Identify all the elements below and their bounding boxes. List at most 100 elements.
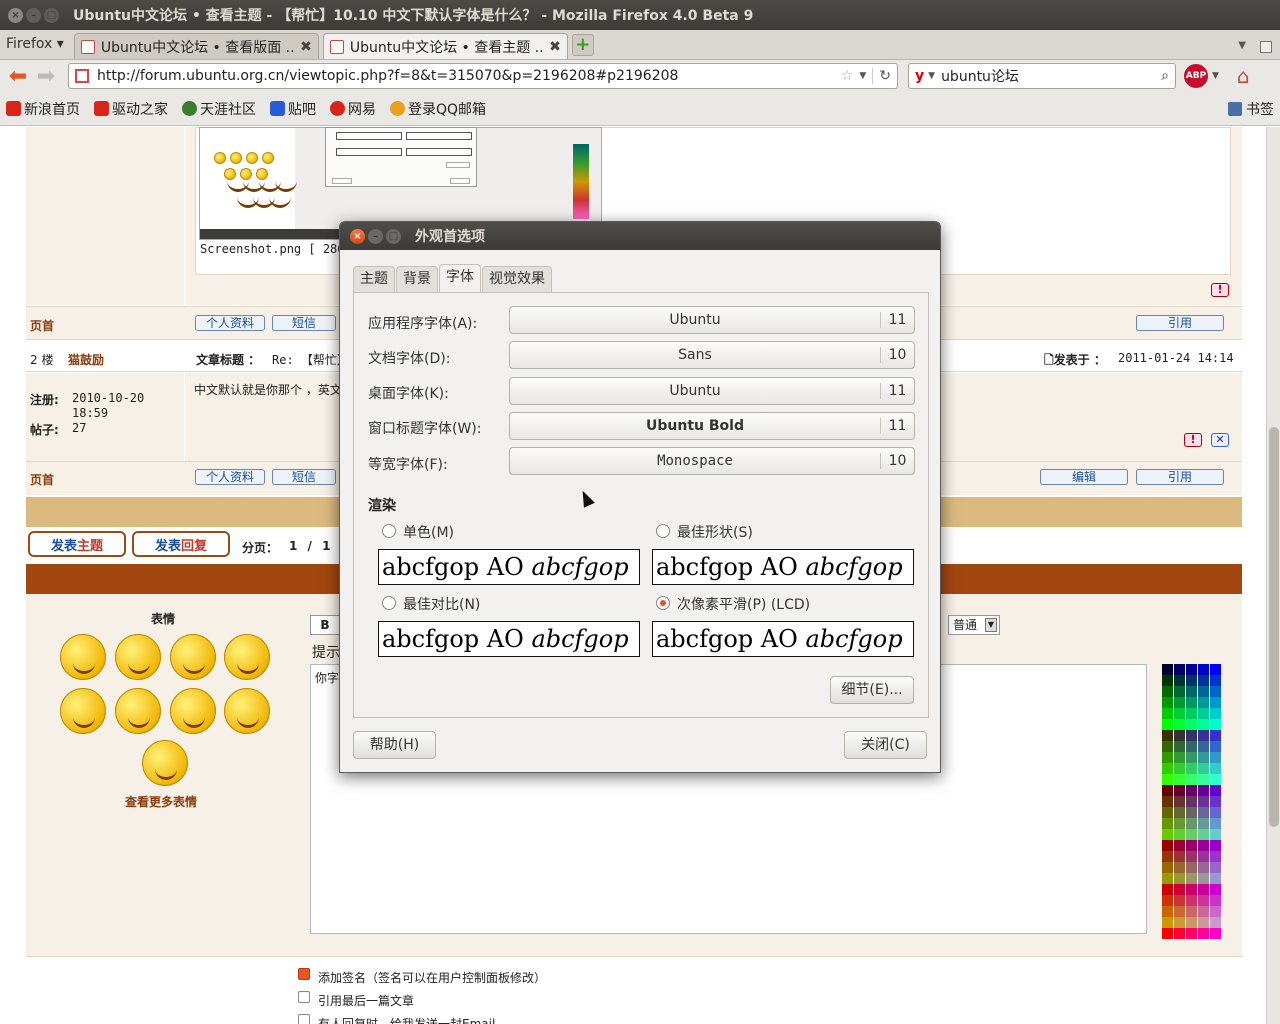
search-engine-icon[interactable]: y <box>915 68 924 84</box>
palette-color-swatch[interactable] <box>1186 719 1197 730</box>
application-font-button[interactable]: Ubuntu 11 <box>509 306 915 334</box>
new-tab-button[interactable]: + <box>571 34 594 56</box>
tab-fonts[interactable]: 字体 <box>439 264 481 292</box>
palette-color-swatch[interactable] <box>1210 840 1221 851</box>
palette-color-swatch[interactable] <box>1186 664 1197 675</box>
palette-color-swatch[interactable] <box>1174 906 1185 917</box>
palette-color-swatch[interactable] <box>1210 752 1221 763</box>
list-all-tabs-icon[interactable]: ▼ <box>1238 40 1246 51</box>
palette-color-swatch[interactable] <box>1186 730 1197 741</box>
forward-arrow-icon[interactable]: ➡ <box>32 64 60 89</box>
radio-best-shapes[interactable] <box>656 524 670 538</box>
scrollbar-thumb[interactable] <box>1269 427 1279 827</box>
palette-color-swatch[interactable] <box>1162 851 1173 862</box>
palette-color-swatch[interactable] <box>1162 708 1173 719</box>
delete-icon[interactable]: ✕ <box>1211 433 1229 447</box>
palette-color-swatch[interactable] <box>1198 840 1209 851</box>
palette-color-swatch[interactable] <box>1198 697 1209 708</box>
palette-color-swatch[interactable] <box>1162 763 1173 774</box>
palette-color-swatch[interactable] <box>1174 851 1185 862</box>
palette-color-swatch[interactable] <box>1162 675 1173 686</box>
more-emoticons-link[interactable]: 查看更多表情 <box>125 793 197 810</box>
dialog-maximize-icon[interactable]: □ <box>386 228 401 244</box>
palette-color-swatch[interactable] <box>1174 763 1185 774</box>
bookmark-item[interactable]: 网易 <box>330 99 376 119</box>
smiley-tongue-icon[interactable] <box>115 634 161 680</box>
palette-color-swatch[interactable] <box>1174 928 1185 939</box>
palette-color-swatch[interactable] <box>1162 840 1173 851</box>
palette-color-swatch[interactable] <box>1162 928 1173 939</box>
palette-color-swatch[interactable] <box>1186 862 1197 873</box>
url-bar[interactable]: http://forum.ubuntu.org.cn/viewtopic.php… <box>68 63 898 89</box>
help-button[interactable]: 帮助(H) <box>353 731 436 759</box>
palette-color-swatch[interactable] <box>1162 862 1173 873</box>
tab-background[interactable]: 背景 <box>396 266 438 292</box>
search-engine-dropdown-icon[interactable]: ▼ <box>928 71 935 81</box>
palette-color-swatch[interactable] <box>1198 917 1209 928</box>
palette-color-swatch[interactable] <box>1174 730 1185 741</box>
bookmark-item[interactable]: 驱动之家 <box>94 99 168 119</box>
palette-color-swatch[interactable] <box>1210 730 1221 741</box>
palette-color-swatch[interactable] <box>1162 730 1173 741</box>
site-identity-icon[interactable] <box>75 69 89 83</box>
window-title-font-button[interactable]: Ubuntu Bold 11 <box>509 412 915 440</box>
smiley-sweat-icon[interactable] <box>115 688 161 734</box>
quote-button[interactable]: 引用 <box>1136 315 1224 331</box>
palette-color-swatch[interactable] <box>1198 873 1209 884</box>
palette-color-swatch[interactable] <box>1210 774 1221 785</box>
smiley-laugh-icon[interactable] <box>224 634 270 680</box>
desktop-font-button[interactable]: Ubuntu 11 <box>509 377 915 405</box>
palette-color-swatch[interactable] <box>1162 873 1173 884</box>
sample-best-contrast[interactable]: abcfgop AO abcfgop <box>378 621 640 657</box>
window-minimize-button[interactable]: – <box>26 7 41 23</box>
palette-color-swatch[interactable] <box>1198 796 1209 807</box>
pm-button[interactable]: 短信 <box>272 315 336 331</box>
edit-button[interactable]: 编辑 <box>1040 469 1128 485</box>
palette-color-swatch[interactable] <box>1162 719 1173 730</box>
tab-visual-effects[interactable]: 视觉效果 <box>482 266 552 292</box>
bookmark-star-icon[interactable]: ☆ <box>841 68 854 84</box>
bookmark-item[interactable]: 贴吧 <box>270 99 316 119</box>
radio-subpixel-smoothing[interactable] <box>656 596 670 610</box>
palette-color-swatch[interactable] <box>1210 807 1221 818</box>
quote-last-checkbox[interactable] <box>298 991 310 1003</box>
smiley-icon[interactable] <box>60 634 106 680</box>
palette-color-swatch[interactable] <box>1210 851 1221 862</box>
radio-best-contrast[interactable] <box>382 596 396 610</box>
monospace-font-button[interactable]: Monospace 10 <box>509 447 915 475</box>
palette-color-swatch[interactable] <box>1210 895 1221 906</box>
new-topic-button[interactable]: 发表 主题 <box>28 531 126 557</box>
palette-color-swatch[interactable] <box>1174 675 1185 686</box>
tab-theme[interactable]: 主题 <box>353 266 395 292</box>
palette-color-swatch[interactable] <box>1174 840 1185 851</box>
tab-group-icon[interactable] <box>1260 41 1272 53</box>
report-icon[interactable]: ! <box>1184 433 1202 447</box>
search-input[interactable]: ubuntu论坛 <box>941 66 1161 86</box>
palette-color-swatch[interactable] <box>1186 763 1197 774</box>
browser-tab[interactable]: Ubuntu中文论坛 • 查看版面 ... ✖ <box>73 33 319 59</box>
palette-color-swatch[interactable] <box>1162 884 1173 895</box>
post-author[interactable]: 猫鼓励 <box>68 351 104 368</box>
palette-color-swatch[interactable] <box>1174 741 1185 752</box>
palette-color-swatch[interactable] <box>1174 807 1185 818</box>
smiley-shout-icon[interactable] <box>60 688 106 734</box>
adblock-plus-icon[interactable]: ABP <box>1184 64 1208 88</box>
radio-monochrome[interactable] <box>382 524 396 538</box>
palette-color-swatch[interactable] <box>1198 752 1209 763</box>
palette-color-swatch[interactable] <box>1198 664 1209 675</box>
palette-color-swatch[interactable] <box>1186 917 1197 928</box>
browser-tab-active[interactable]: Ubuntu中文论坛 • 查看主题 ... ✖ <box>322 33 568 59</box>
details-button[interactable]: 细节(E)... <box>830 676 914 704</box>
palette-color-swatch[interactable] <box>1210 906 1221 917</box>
back-arrow-icon[interactable]: ⬅ <box>4 64 32 89</box>
attachment-caption[interactable]: Screenshot.png [ 286 <box>200 242 345 256</box>
bookmark-item[interactable]: 天涯社区 <box>182 99 256 119</box>
palette-color-swatch[interactable] <box>1210 796 1221 807</box>
palette-color-swatch[interactable] <box>1174 752 1185 763</box>
firefox-menu-button[interactable]: Firefox ▾ <box>0 31 70 59</box>
palette-color-swatch[interactable] <box>1174 664 1185 675</box>
url-history-dropdown-icon[interactable]: ▼ <box>859 71 866 81</box>
palette-color-swatch[interactable] <box>1198 818 1209 829</box>
palette-color-swatch[interactable] <box>1174 774 1185 785</box>
palette-color-swatch[interactable] <box>1162 785 1173 796</box>
